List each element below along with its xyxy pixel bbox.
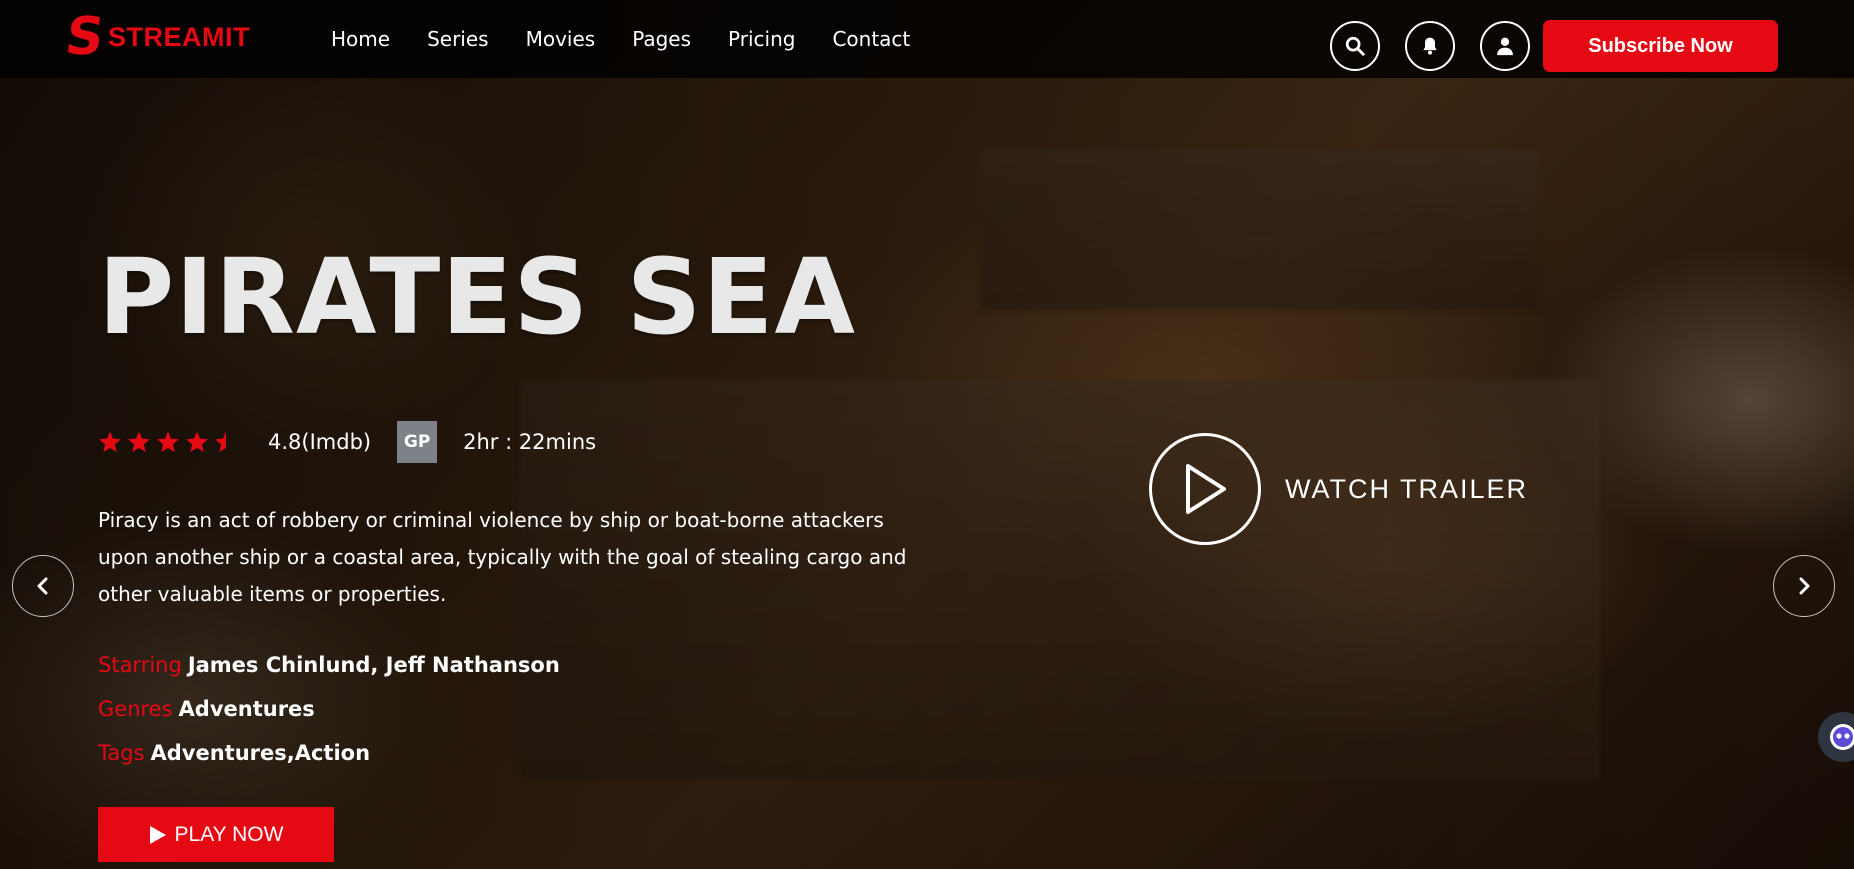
trailer-play-button[interactable] — [1149, 433, 1261, 545]
play-icon — [149, 825, 166, 844]
streamit-logo[interactable]: S STREAMIT — [61, 7, 250, 67]
chevron-right-icon — [1799, 577, 1810, 595]
star-rating — [98, 430, 238, 454]
slider-prev-button[interactable] — [12, 555, 74, 617]
starring-label: Starring — [98, 653, 182, 677]
play-outline-icon — [1186, 464, 1226, 514]
tags-value: Adventures,Action — [150, 741, 371, 765]
chevron-left-icon — [37, 577, 48, 595]
movie-title: PIRATES SEA — [98, 236, 856, 358]
star-icon — [186, 431, 208, 452]
movie-meta: 4.8(Imdb) GP 2hr : 22mins — [98, 420, 596, 464]
account-button[interactable] — [1480, 21, 1530, 71]
chatbot-icon — [1830, 724, 1854, 750]
play-now-button[interactable]: PLAY NOW — [98, 807, 334, 862]
movie-description: Piracy is an act of robbery or criminal … — [98, 508, 907, 606]
starring-row: Starring James Chinlund, Jeff Nathanson — [98, 653, 560, 677]
nav-contact[interactable]: Contact — [832, 27, 910, 51]
site-header: S STREAMIT Home Series Movies Pages Pric… — [0, 0, 1854, 78]
star-icon — [128, 431, 150, 452]
play-now-label: PLAY NOW — [174, 822, 284, 846]
genres-value: Adventures — [178, 697, 315, 721]
nav-pages[interactable]: Pages — [632, 27, 691, 51]
star-half-icon — [215, 431, 226, 452]
age-rating-badge: GP — [397, 421, 438, 463]
watch-trailer[interactable]: WATCH TRAILER — [1149, 433, 1528, 545]
nav-pricing[interactable]: Pricing — [728, 27, 795, 51]
nav-movies[interactable]: Movies — [526, 27, 596, 51]
genres-label: Genres — [98, 697, 173, 721]
logo-text: STREAMIT — [108, 21, 250, 52]
subscribe-now-button[interactable]: Subscribe Now — [1543, 20, 1778, 72]
slider-next-button[interactable] — [1773, 555, 1835, 617]
nav-series[interactable]: Series — [427, 27, 489, 51]
tags-row: Tags Adventures,Action — [98, 741, 370, 765]
nav-home[interactable]: Home — [331, 27, 390, 51]
search-button[interactable] — [1330, 21, 1380, 71]
notifications-button[interactable] — [1405, 21, 1455, 71]
starring-value: James Chinlund, Jeff Nathanson — [187, 653, 560, 677]
star-icon — [157, 431, 179, 452]
tags-label: Tags — [98, 741, 145, 765]
logo-mark: S — [61, 7, 108, 67]
bell-icon — [1423, 37, 1437, 55]
user-icon — [1497, 37, 1513, 56]
genres-row: Genres Adventures — [98, 697, 315, 721]
main-nav: Home Series Movies Pages Pricing Contact — [331, 0, 947, 78]
imdb-rating: 4.8(Imdb) — [268, 430, 372, 454]
search-icon — [1345, 36, 1365, 56]
star-icon — [99, 431, 121, 452]
watch-trailer-label: WATCH TRAILER — [1285, 473, 1529, 504]
movie-duration: 2hr : 22mins — [463, 430, 597, 454]
